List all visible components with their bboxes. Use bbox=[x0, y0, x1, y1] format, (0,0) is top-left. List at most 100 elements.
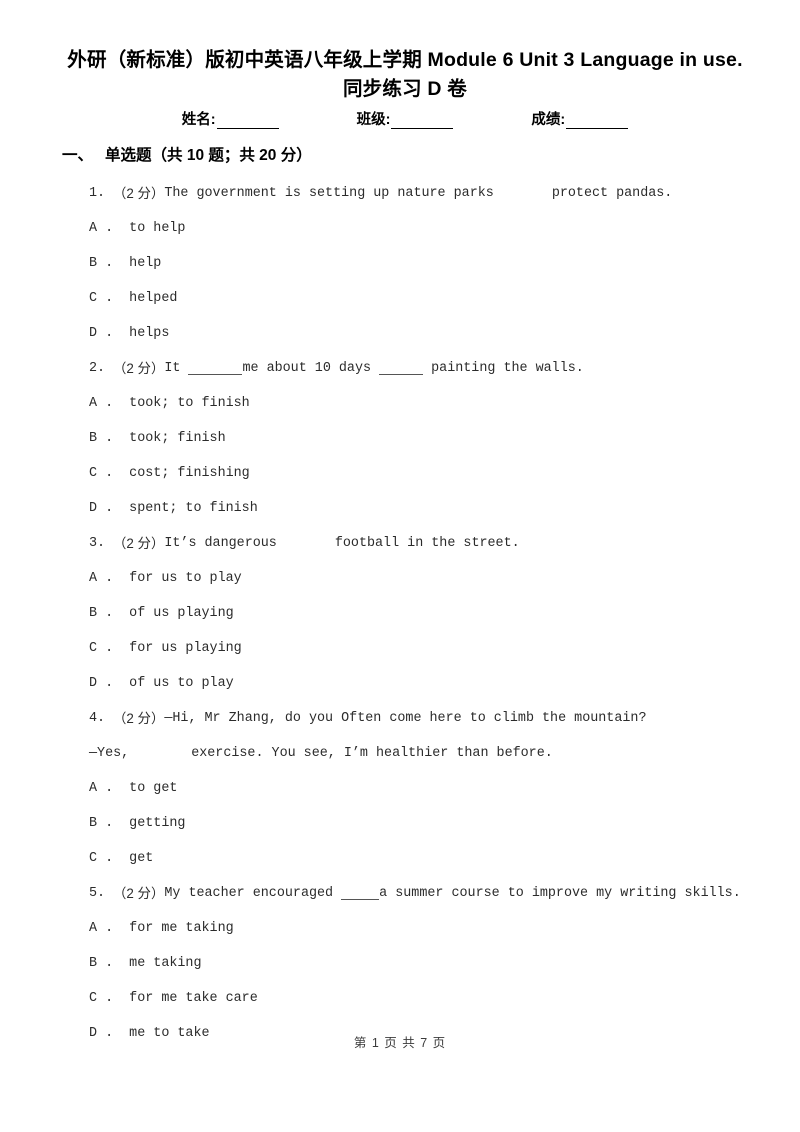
question-stem-text-after: painting the walls. bbox=[423, 360, 584, 376]
option-text: me taking bbox=[113, 955, 202, 971]
question-stem-text: It bbox=[164, 360, 181, 376]
question-score: （2 分） bbox=[113, 360, 165, 376]
question-number: 2. bbox=[89, 360, 106, 376]
answer-blank[interactable] bbox=[379, 363, 424, 375]
option-key: B . bbox=[89, 430, 114, 446]
student-name-blank[interactable] bbox=[216, 115, 279, 129]
question-stem: 4. （2 分） —Hi, Mr Zhang, do you Often come … bbox=[0, 701, 800, 736]
question-stem-continuation-text-after: exercise. You see, I’m healthier than be… bbox=[191, 745, 553, 761]
question-stem-text: My teacher encouraged bbox=[164, 885, 334, 901]
question-stem-text-after: football in the street. bbox=[334, 535, 520, 551]
question-option[interactable]: C . for us playing bbox=[0, 631, 800, 666]
option-key: C . bbox=[89, 465, 114, 481]
question-option[interactable]: D . spent; to finish bbox=[0, 491, 800, 526]
question-option[interactable]: A . for us to play bbox=[0, 561, 800, 596]
option-text: of us to play bbox=[113, 675, 234, 691]
question-block: 1. （2 分） The government is setting up natu… bbox=[0, 176, 800, 351]
option-key: A . bbox=[89, 780, 114, 796]
option-text: took; finish bbox=[113, 430, 226, 446]
page-title: 外研（新标准）版初中英语八年级上学期 Module 6 Unit 3 Langu… bbox=[60, 46, 750, 104]
page-indicator: 第 1 页 共 7 页 bbox=[353, 1036, 447, 1050]
option-key: A . bbox=[89, 570, 114, 586]
option-key: C . bbox=[89, 640, 114, 656]
option-key: B . bbox=[89, 815, 114, 831]
section-title: 单选题（共 10 题；共 20 分） bbox=[105, 147, 312, 164]
question-score: （2 分） bbox=[113, 185, 165, 201]
question-stem-text: —Hi, Mr Zhang, do you Often come here to… bbox=[164, 710, 647, 726]
option-text: for me taking bbox=[113, 920, 234, 936]
question-option[interactable]: D . helps bbox=[0, 316, 800, 351]
question-stem-continuation: —Yes, exercise. You see, I’m healthier th… bbox=[0, 736, 800, 771]
question-stem-text-after: protect pandas. bbox=[551, 185, 673, 201]
question-list: 1. （2 分） The government is setting up natu… bbox=[0, 176, 800, 1051]
question-score: （2 分） bbox=[113, 710, 165, 726]
exam-page: 外研（新标准）版初中英语八年级上学期 Module 6 Unit 3 Langu… bbox=[0, 0, 800, 1132]
option-key: C . bbox=[89, 990, 114, 1006]
option-key: D . bbox=[89, 675, 114, 691]
question-block: 3. （2 分） It’s dangerous football in the str… bbox=[0, 526, 800, 701]
option-text: of us playing bbox=[113, 605, 234, 621]
answer-blank[interactable] bbox=[188, 363, 243, 375]
question-score: （2 分） bbox=[113, 885, 165, 901]
option-text: for us to play bbox=[113, 570, 242, 586]
question-option[interactable]: B . help bbox=[0, 246, 800, 281]
question-option[interactable]: D . of us to play bbox=[0, 666, 800, 701]
question-option[interactable]: C . for me take care bbox=[0, 981, 800, 1016]
option-text: help bbox=[113, 255, 162, 271]
question-option[interactable]: A . to help bbox=[0, 211, 800, 246]
option-key: C . bbox=[89, 290, 114, 306]
question-stem-continuation-text: —Yes, bbox=[89, 745, 130, 761]
question-block: 2. （2 分） It me about 10 days painting the … bbox=[0, 351, 800, 526]
option-key: A . bbox=[89, 220, 114, 236]
question-option[interactable]: B . me taking bbox=[0, 946, 800, 981]
answer-blank[interactable] bbox=[341, 888, 380, 900]
question-stem-text-after: a summer course to improve my writing sk… bbox=[379, 885, 741, 901]
question-option[interactable]: C . cost; finishing bbox=[0, 456, 800, 491]
section-header: 一、 单选题（共 10 题；共 20 分） bbox=[62, 143, 312, 165]
question-stem: 5. （2 分） My teacher encouraged a summer co… bbox=[0, 876, 800, 911]
student-class-label: 班级: bbox=[356, 112, 391, 128]
option-text: getting bbox=[113, 815, 186, 831]
option-text: spent; to finish bbox=[113, 500, 258, 516]
question-stem: 3. （2 分） It’s dangerous football in the str… bbox=[0, 526, 800, 561]
question-option[interactable]: A . to get bbox=[0, 771, 800, 806]
student-name-field[interactable]: 姓名: bbox=[182, 108, 279, 129]
question-stem-text: It’s dangerous bbox=[164, 535, 277, 551]
question-option[interactable]: B . getting bbox=[0, 806, 800, 841]
option-text: to help bbox=[113, 220, 186, 236]
option-text: helped bbox=[113, 290, 178, 306]
option-key: C . bbox=[89, 850, 114, 866]
question-option[interactable]: B . of us playing bbox=[0, 596, 800, 631]
question-option[interactable]: A . took; to finish bbox=[0, 386, 800, 421]
student-class-blank[interactable] bbox=[391, 115, 454, 129]
question-stem-text-middle: me about 10 days bbox=[242, 360, 372, 376]
question-option[interactable]: C . get bbox=[0, 841, 800, 876]
option-text: took; to finish bbox=[113, 395, 250, 411]
option-text: cost; finishing bbox=[113, 465, 250, 481]
option-key: A . bbox=[89, 920, 114, 936]
student-name-label: 姓名: bbox=[181, 112, 216, 128]
question-number: 1. bbox=[89, 185, 106, 201]
question-option[interactable]: C . helped bbox=[0, 281, 800, 316]
question-stem: 2. （2 分） It me about 10 days painting the … bbox=[0, 351, 800, 386]
student-class-field[interactable]: 班级: bbox=[357, 108, 454, 129]
question-number: 4. bbox=[89, 710, 106, 726]
option-key: B . bbox=[89, 605, 114, 621]
student-info-row: 姓名: 班级: 成绩: bbox=[60, 108, 750, 129]
option-key: A . bbox=[89, 395, 114, 411]
question-option[interactable]: B . took; finish bbox=[0, 421, 800, 456]
question-block: 5. （2 分） My teacher encouraged a summer co… bbox=[0, 876, 800, 1051]
student-score-label: 成绩: bbox=[531, 112, 566, 128]
student-score-blank[interactable] bbox=[566, 115, 629, 129]
option-text: to get bbox=[113, 780, 178, 796]
question-number: 3. bbox=[89, 535, 106, 551]
option-text: helps bbox=[113, 325, 170, 341]
question-stem-text: The government is setting up nature park… bbox=[164, 185, 494, 201]
option-text: for me take care bbox=[113, 990, 258, 1006]
student-score-field[interactable]: 成绩: bbox=[531, 108, 629, 129]
option-key: D . bbox=[89, 325, 114, 341]
question-option[interactable]: A . for me taking bbox=[0, 911, 800, 946]
